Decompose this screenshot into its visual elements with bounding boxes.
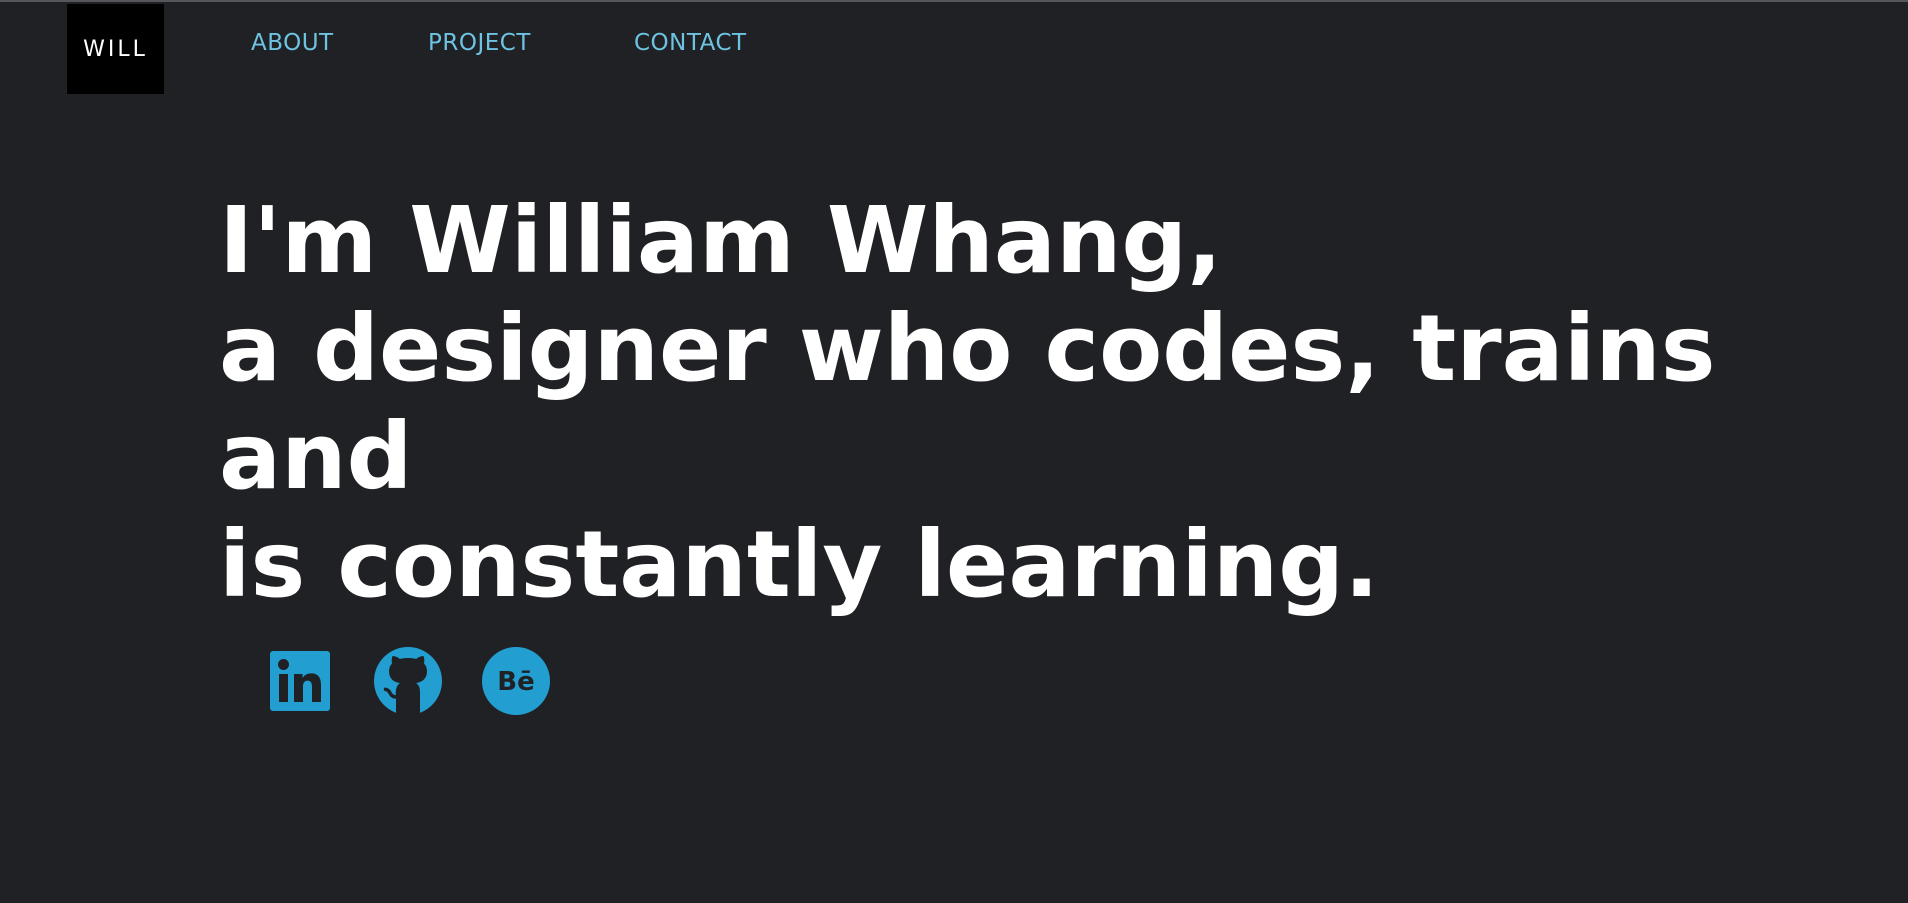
- social-links: Bē: [266, 647, 550, 715]
- main-nav: ABOUT PROJECT CONTACT: [251, 28, 747, 58]
- svg-text:Bē: Bē: [497, 667, 534, 697]
- github-icon: [374, 647, 442, 715]
- nav-link-contact[interactable]: CONTACT: [634, 28, 747, 58]
- github-link[interactable]: [374, 647, 442, 715]
- logo-link[interactable]: WILL: [67, 4, 164, 94]
- hero-line-1: I'm William Whang,: [219, 187, 1223, 294]
- hero-line-4: is constantly learning.: [219, 511, 1380, 618]
- nav-link-about[interactable]: ABOUT: [251, 28, 428, 58]
- hero-line-2: a designer who codes, trains: [219, 295, 1716, 402]
- logo-text: WILL: [83, 36, 148, 62]
- behance-icon: Bē: [482, 647, 550, 715]
- behance-link[interactable]: Bē: [482, 647, 550, 715]
- hero-heading: I'm William Whang, a designer who codes,…: [219, 187, 1819, 619]
- nav-link-project[interactable]: PROJECT: [428, 28, 634, 58]
- hero-line-3: and: [219, 403, 413, 510]
- linkedin-icon: [270, 651, 330, 711]
- top-border: [0, 0, 1908, 2]
- linkedin-link[interactable]: [266, 647, 334, 715]
